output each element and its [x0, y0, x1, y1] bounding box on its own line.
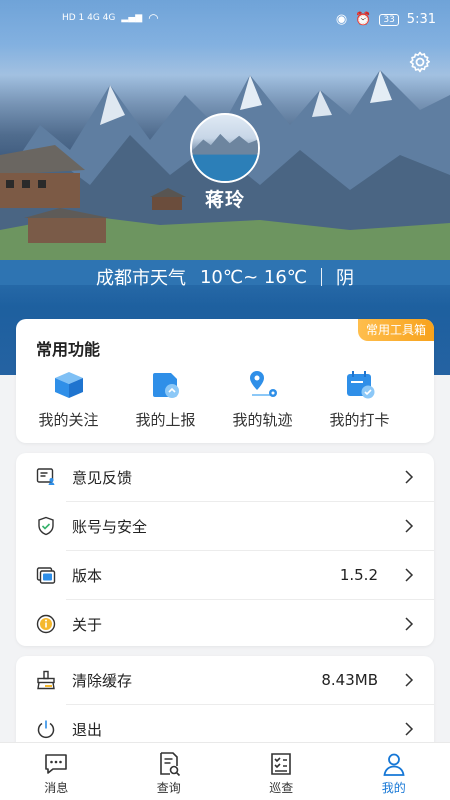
- version-icon: [36, 567, 56, 584]
- menu-row-label: 退出: [72, 720, 103, 739]
- status-right: ◉ ⏰ 33 5:31: [336, 12, 436, 27]
- weather-city: 成都市天气: [95, 268, 186, 289]
- quick-functions-title: 常用功能: [36, 340, 101, 359]
- version-number: 1.5.2: [339, 566, 378, 584]
- chevron-right-icon: [405, 470, 414, 484]
- tab-label: 我的: [381, 781, 406, 795]
- user-name: 蒋玲: [204, 189, 245, 211]
- alarm-icon: ⏰: [355, 12, 372, 27]
- menu-row-about[interactable]: 关于: [16, 600, 434, 648]
- settings-gear-icon[interactable]: [408, 50, 432, 74]
- menu-row-label: 账号与安全: [72, 517, 148, 536]
- menu-row-account-security[interactable]: 账号与安全: [16, 502, 434, 550]
- track-location-icon: [249, 371, 277, 397]
- quick-item-label: 我的轨迹: [232, 411, 293, 429]
- weather-summary: 成都市天气 10℃~ 16℃ 阴: [0, 264, 450, 290]
- quick-item-checkin[interactable]: 我的打卡: [311, 369, 408, 430]
- quick-item-track[interactable]: 我的轨迹: [214, 369, 311, 430]
- quick-item-label: 我的上报: [135, 411, 196, 429]
- signal-icon: ▂▄▆: [121, 13, 143, 23]
- menu-row-label: 关于: [72, 615, 103, 634]
- status-bar: HD 1 4G 4G ▂▄▆ ◠ ◉ ⏰ 33 5:31: [0, 0, 450, 40]
- tab-inspection[interactable]: 巡查: [225, 743, 338, 800]
- menu-row-label: 意见反馈: [72, 468, 133, 487]
- menu-row-label: 版本: [72, 566, 103, 585]
- quick-item-report[interactable]: 我的上报: [117, 369, 214, 430]
- avatar[interactable]: [190, 113, 260, 183]
- quick-item-label: 我的关注: [38, 411, 99, 429]
- cache-size: 8.43MB: [321, 671, 378, 689]
- network-indicators: HD 1 4G 4G ▂▄▆ ◠: [62, 11, 159, 25]
- quick-functions-card: 常用功能 常用工具箱 我的关注 我的上报 我的轨迹 我的打卡: [16, 319, 434, 443]
- checklist-icon: [271, 753, 292, 775]
- chevron-right-icon: [405, 568, 414, 582]
- account-actions-group: 清除缓存 8.43MB 退出: [16, 656, 434, 756]
- menu-row-label: 清除缓存: [72, 671, 133, 690]
- tab-label: 巡查: [269, 781, 294, 795]
- clear-cache-icon: [37, 670, 55, 690]
- power-icon: [37, 720, 55, 739]
- shield-icon: [38, 516, 54, 536]
- chevron-right-icon: [405, 617, 414, 631]
- bottom-tab-bar: 消息 查询 巡查 我的: [0, 742, 450, 800]
- search-doc-icon: [159, 752, 180, 777]
- menu-row-clear-cache[interactable]: 清除缓存 8.43MB: [16, 656, 434, 704]
- message-icon: [45, 754, 68, 774]
- clock: 5:31: [406, 12, 436, 27]
- sim-label: HD 1 4G 4G: [62, 13, 116, 23]
- report-upload-icon: [152, 373, 179, 398]
- quick-item-label: 我的打卡: [329, 411, 390, 429]
- cube-icon: [54, 372, 83, 398]
- tab-label: 消息: [44, 781, 69, 795]
- chevron-right-icon: [405, 722, 414, 736]
- feedback-icon: [36, 468, 55, 485]
- eye-icon: ◉: [335, 12, 348, 27]
- calendar-check-icon: [346, 371, 374, 399]
- tab-query[interactable]: 查询: [113, 743, 226, 800]
- tab-messages[interactable]: 消息: [0, 743, 113, 800]
- weather-condition: 阴: [336, 268, 355, 289]
- wifi-icon: ◠: [148, 11, 159, 25]
- menu-row-version[interactable]: 版本 1.5.2: [16, 551, 434, 599]
- tab-mine[interactable]: 我的: [338, 743, 450, 800]
- user-icon: [383, 753, 405, 776]
- avatar-landscape-image: [192, 133, 258, 181]
- weather-divider: [321, 268, 323, 286]
- toolbox-badge[interactable]: 常用工具箱: [357, 319, 434, 341]
- info-icon: [36, 614, 56, 634]
- battery-icon: 33: [379, 13, 399, 26]
- chevron-right-icon: [405, 673, 414, 687]
- quick-item-follow[interactable]: 我的关注: [20, 369, 117, 430]
- menu-row-feedback[interactable]: 意见反馈: [16, 453, 434, 501]
- chevron-right-icon: [405, 519, 414, 533]
- tab-label: 查询: [156, 781, 181, 795]
- weather-temperature: 10℃~ 16℃: [199, 266, 308, 288]
- quick-functions-list: 我的关注 我的上报 我的轨迹 我的打卡: [16, 369, 434, 430]
- settings-menu-group: 意见反馈 账号与安全 版本 1.5.2 关于: [16, 453, 434, 646]
